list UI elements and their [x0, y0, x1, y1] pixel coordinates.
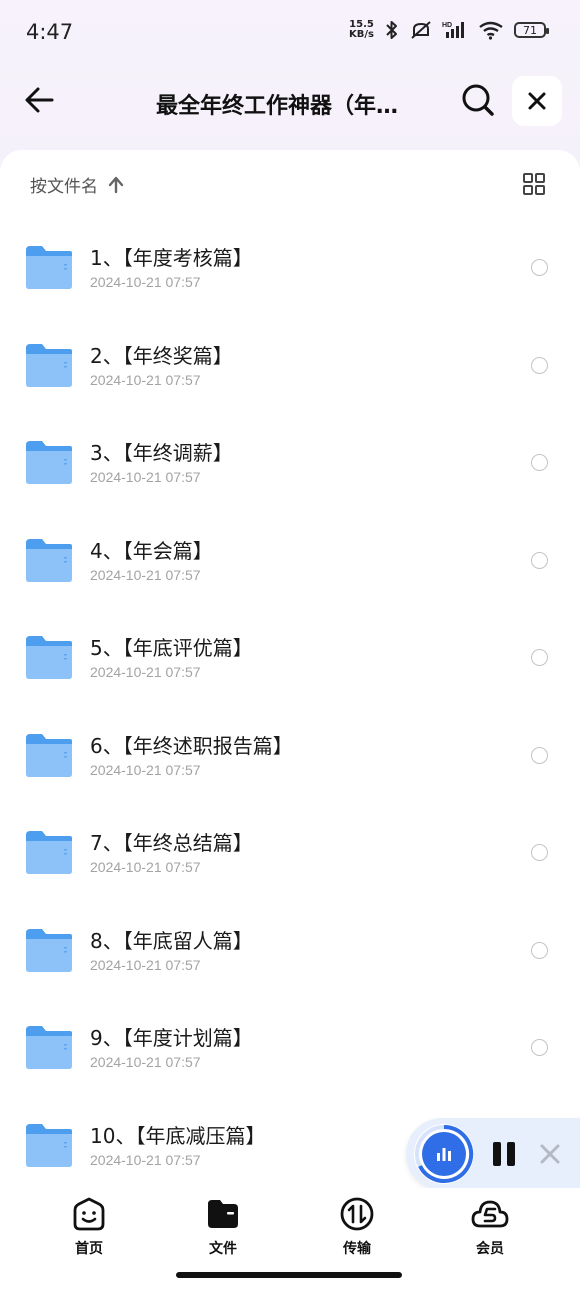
pause-icon[interactable] [490, 1140, 518, 1168]
search-button[interactable] [460, 82, 496, 118]
file-name: 9、【年度计划篇】 [90, 1026, 253, 1050]
file-row[interactable]: 7、【年终总结篇】 2024-10-21 07:57 [0, 805, 580, 902]
file-date: 2024-10-21 07:57 [90, 1054, 201, 1070]
back-button[interactable] [22, 82, 58, 118]
file-date: 2024-10-21 07:57 [90, 274, 201, 290]
close-button[interactable] [512, 76, 562, 126]
file-row[interactable]: 8、【年底留人篇】 2024-10-21 07:57 [0, 903, 580, 1000]
nav-item-transfer[interactable]: 传输 [317, 1196, 397, 1262]
select-checkbox[interactable] [531, 454, 548, 471]
folder-icon [26, 636, 72, 679]
file-date: 2024-10-21 07:57 [90, 761, 201, 778]
nav-item-files[interactable]: 文件 [183, 1196, 263, 1262]
close-icon [528, 92, 546, 110]
battery-icon: 71 [514, 22, 549, 38]
select-checkbox[interactable] [531, 844, 548, 861]
file-name: 6、【年终述职报告篇】 [90, 733, 293, 758]
status-time: 4:47 [26, 20, 74, 44]
sort-button[interactable]: 按文件名 [30, 172, 124, 197]
folder-icon [26, 441, 72, 484]
file-name: 8、【年底留人篇】 [90, 928, 253, 953]
svg-text:HD: HD [442, 22, 452, 29]
file-row[interactable]: 6、【年终述职报告篇】 2024-10-21 07:57 [0, 708, 580, 805]
arrow-up-icon [108, 176, 124, 193]
nav-label-transfer: 传输 [343, 1241, 371, 1257]
file-name: 1、【年度考核篇】 [90, 246, 253, 270]
nav-label-home: 首页 [75, 1241, 103, 1257]
folder-icon [26, 1026, 72, 1069]
select-checkbox[interactable] [531, 259, 548, 276]
file-date: 2024-10-21 07:57 [90, 664, 201, 680]
transfer-icon [340, 1197, 374, 1231]
select-checkbox[interactable] [531, 746, 548, 764]
home-face-icon [73, 1197, 105, 1231]
file-name: 2、【年终奖篇】 [90, 343, 233, 368]
bluetooth-icon [386, 21, 397, 39]
nav-item-home[interactable]: 首页 [49, 1196, 129, 1262]
transfer-progress-icon [415, 1124, 474, 1183]
status-icons: 15.5 KB/s HD 71 [349, 20, 549, 40]
transfer-progress-button[interactable] [414, 1124, 474, 1184]
transfer-widget [406, 1118, 580, 1190]
header: 最全年终工作神器（年… [0, 64, 580, 148]
file-date: 2024-10-21 07:57 [90, 469, 201, 485]
network-speed-unit: KB/s [349, 29, 374, 40]
select-checkbox[interactable] [531, 1039, 548, 1056]
signal-icon: HD [442, 22, 464, 38]
file-row[interactable]: 5、【年底评优篇】 2024-10-21 07:57 [0, 610, 580, 707]
file-name: 5、【年底评优篇】 [90, 636, 253, 660]
file-date: 2024-10-21 07:57 [90, 566, 201, 583]
file-name: 4、【年会篇】 [90, 538, 213, 563]
folder-icon [26, 246, 72, 289]
nav-label-vip: 会员 [476, 1241, 504, 1257]
folder-file-icon [208, 1200, 238, 1228]
status-bar: 4:47 15.5 KB/s HD 71 [0, 0, 580, 64]
folder-icon [26, 343, 72, 387]
file-name: 10、【年底减压篇】 [90, 1123, 266, 1148]
file-date: 2024-10-21 07:57 [90, 859, 201, 875]
select-checkbox[interactable] [531, 356, 548, 374]
file-row[interactable]: 3、【年终调薪】 2024-10-21 07:57 [0, 415, 580, 512]
vip-cloud-icon [471, 1200, 509, 1228]
network-speed: 15.5 KB/s [349, 20, 374, 40]
file-name: 3、【年终调薪】 [90, 441, 233, 465]
page-title: 最全年终工作神器（年… [156, 94, 399, 119]
file-row[interactable]: 4、【年会篇】 2024-10-21 07:57 [0, 513, 580, 610]
back-arrow-icon [25, 87, 54, 113]
file-name: 7、【年终总结篇】 [90, 831, 253, 855]
select-checkbox[interactable] [531, 551, 548, 569]
folder-icon [26, 831, 72, 874]
nav-item-vip[interactable]: 会员 [450, 1196, 530, 1262]
select-checkbox[interactable] [531, 941, 548, 959]
folder-icon [26, 538, 72, 582]
wifi-icon [479, 21, 503, 40]
sort-label: 按文件名 [30, 177, 98, 197]
nav-label-files: 文件 [209, 1241, 237, 1257]
search-icon [462, 84, 494, 116]
home-indicator[interactable] [176, 1272, 402, 1278]
folder-icon [26, 733, 72, 777]
file-date: 2024-10-21 07:57 [90, 371, 201, 388]
select-checkbox[interactable] [531, 649, 548, 666]
widget-close-icon[interactable] [538, 1142, 562, 1166]
file-row[interactable]: 9、【年度计划篇】 2024-10-21 07:57 [0, 1000, 580, 1097]
file-row[interactable]: 1、【年度考核篇】 2024-10-21 07:57 [0, 220, 580, 317]
file-date: 2024-10-21 07:57 [90, 1151, 201, 1168]
folder-icon [26, 1123, 72, 1167]
file-date: 2024-10-21 07:57 [90, 956, 201, 973]
folder-icon [26, 928, 72, 972]
grid-view-icon[interactable] [522, 172, 546, 196]
file-row[interactable]: 2、【年终奖篇】 2024-10-21 07:57 [0, 318, 580, 415]
mute-icon [411, 21, 431, 39]
